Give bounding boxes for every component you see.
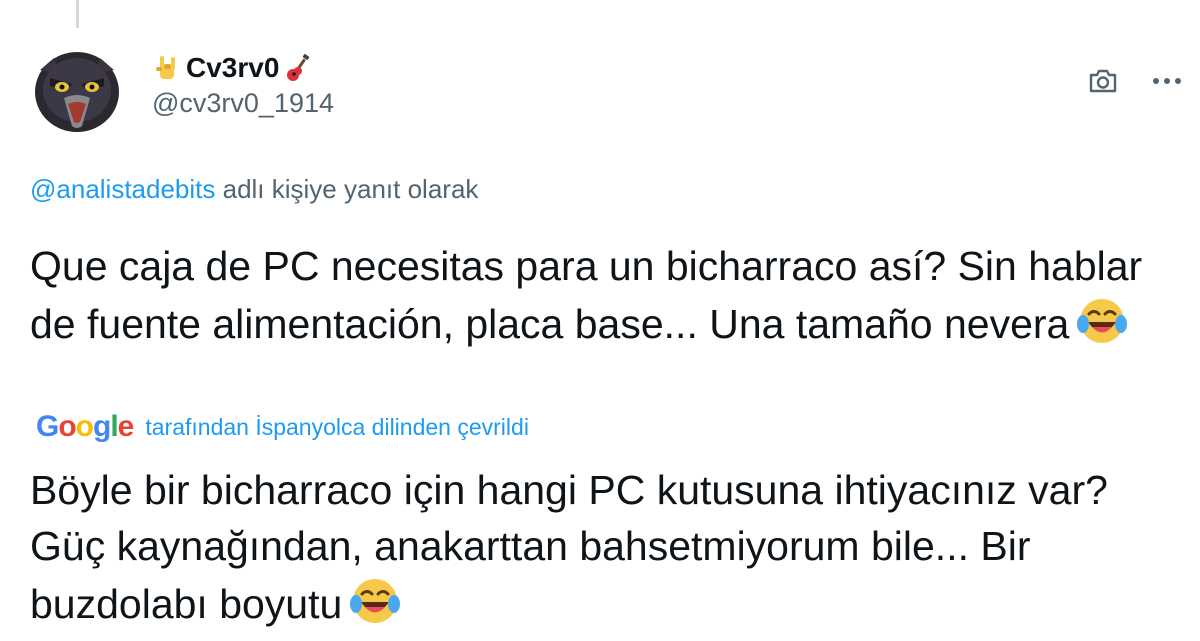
translation-attribution: Google tarafından İspanyolca dilinden çe… <box>36 410 529 444</box>
tweet-actions <box>1086 64 1184 98</box>
tears-of-joy-icon <box>348 574 402 628</box>
sign-of-horns-icon <box>152 53 182 83</box>
translated-text-content: Böyle bir bicharraco için hangi PC kutus… <box>30 467 1108 627</box>
display-name[interactable]: Cv3rv0 <box>186 52 279 84</box>
author-names: Cv3rv0 @cv3rv0_1914 <box>152 48 334 119</box>
crow-avatar-icon <box>30 40 124 134</box>
tweet-translated-text: Böyle bir bicharraco için hangi PC kutus… <box>30 462 1180 632</box>
more-button[interactable] <box>1150 64 1184 98</box>
translated-by-label[interactable]: tarafından İspanyolca dilinden çevrildi <box>145 414 529 441</box>
original-text-content: Que caja de PC necesitas para un bicharr… <box>30 243 1143 347</box>
tweet-original-text: Que caja de PC necesitas para un bicharr… <box>30 238 1180 352</box>
google-logo: Google <box>36 410 134 443</box>
camera-icon <box>1089 69 1117 93</box>
guitar-icon <box>283 53 313 83</box>
user-handle[interactable]: @cv3rv0_1914 <box>152 88 334 119</box>
more-icon <box>1153 78 1181 84</box>
reply-suffix: adlı kişiye yanıt olarak <box>215 174 479 204</box>
avatar[interactable] <box>30 40 124 134</box>
tears-of-joy-icon <box>1075 294 1129 348</box>
camera-button[interactable] <box>1086 64 1120 98</box>
reply-mention-link[interactable]: @analistadebits <box>30 174 215 204</box>
display-name-row[interactable]: Cv3rv0 <box>152 48 334 88</box>
tweet[interactable]: Cv3rv0 @cv3rv0_1914 @analistadebits adlı… <box>0 0 1200 641</box>
reply-context: @analistadebits adlı kişiye yanıt olarak <box>30 174 478 205</box>
thread-line <box>76 0 79 28</box>
